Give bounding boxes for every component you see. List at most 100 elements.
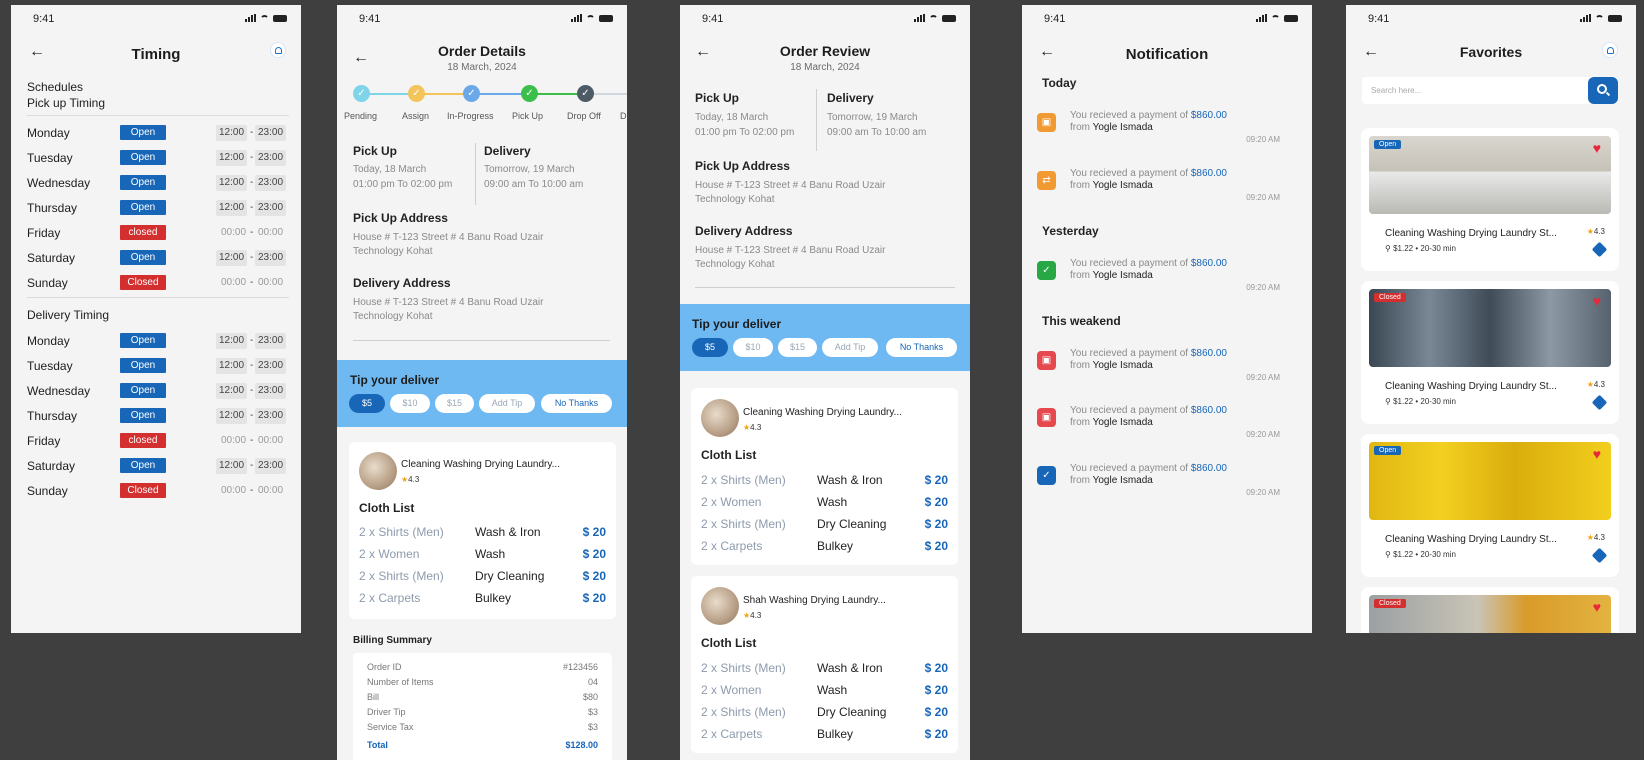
- time-to[interactable]: 00:00: [255, 275, 286, 291]
- status-icons: [914, 14, 956, 22]
- status-badge[interactable]: Open: [120, 408, 166, 423]
- tip-option-10[interactable]: $10: [390, 394, 430, 413]
- no-thanks-button[interactable]: No Thanks: [886, 338, 957, 357]
- divider: [27, 297, 289, 298]
- time-to[interactable]: 00:00: [255, 433, 286, 449]
- delivery-timing-heading: Delivery Timing: [27, 308, 110, 322]
- status-badge[interactable]: Open: [120, 383, 166, 398]
- time-from[interactable]: 12:00: [216, 125, 248, 141]
- from-label: from: [1070, 122, 1090, 133]
- time-from[interactable]: 12:00: [216, 250, 248, 266]
- notification-text[interactable]: You recieved a payment of $860.00 from Yo…: [1070, 348, 1270, 372]
- time-to[interactable]: 23:00: [255, 408, 287, 424]
- heart-icon[interactable]: ♥: [1593, 293, 1601, 309]
- time-from[interactable]: 00:00: [218, 483, 249, 499]
- time-to[interactable]: 00:00: [255, 483, 286, 499]
- time-from[interactable]: 00:00: [218, 225, 249, 241]
- notification-text[interactable]: You recieved a payment of $860.00 from Yo…: [1070, 405, 1270, 429]
- status-badge[interactable]: Open: [120, 200, 166, 215]
- delivery-price: $1.22: [1393, 244, 1414, 253]
- payment-amount: $860.00: [1190, 110, 1227, 121]
- favorite-card[interactable]: Closed ♥: [1361, 587, 1619, 633]
- notification-text[interactable]: You recieved a payment of $860.00 from Yo…: [1070, 258, 1270, 282]
- bell-icon[interactable]: [1602, 42, 1618, 58]
- search-button[interactable]: [1588, 77, 1618, 104]
- time-to[interactable]: 23:00: [255, 200, 287, 216]
- cloth-price: $ 20: [582, 547, 606, 561]
- tip-option-5[interactable]: $5: [349, 394, 385, 413]
- status-badge[interactable]: Open: [120, 458, 166, 473]
- tip-option-5[interactable]: $5: [692, 338, 728, 357]
- time-to[interactable]: 23:00: [255, 383, 287, 399]
- star-icon: ★: [1586, 533, 1594, 542]
- time-from[interactable]: 12:00: [216, 150, 248, 166]
- day-label: Thursday: [27, 409, 78, 423]
- status-badge[interactable]: Closed: [120, 483, 166, 498]
- time-from[interactable]: 12:00: [216, 358, 248, 374]
- from-label: from: [1070, 270, 1090, 281]
- time-from[interactable]: 12:00: [216, 175, 248, 191]
- time-from[interactable]: 12:00: [216, 383, 248, 399]
- status-badge[interactable]: Open: [120, 175, 166, 190]
- time-from[interactable]: 12:00: [216, 333, 248, 349]
- time-from[interactable]: 00:00: [218, 433, 249, 449]
- delivery-address-label: Delivery Address: [353, 276, 451, 290]
- step-label: D: [620, 111, 627, 121]
- status-badge[interactable]: Closed: [120, 275, 166, 290]
- day-label: Thursday: [27, 201, 78, 215]
- box-icon: ▣: [1037, 408, 1056, 427]
- time-to[interactable]: 23:00: [255, 175, 287, 191]
- notification-text[interactable]: You recieved a payment of $860.00 from Yo…: [1070, 168, 1270, 192]
- add-tip-button[interactable]: Add Tip: [479, 394, 535, 413]
- timing-screen: 9:41 ← Timing Schedules Pick up Timing M…: [11, 5, 301, 633]
- cloth-price: $ 20: [924, 539, 948, 553]
- delivery-eta: 20-30 min: [1420, 550, 1456, 559]
- cloth-service: Wash: [817, 683, 848, 697]
- schedule-row: Wednesday Open 12:00-23:00: [27, 173, 289, 193]
- notification-text[interactable]: You recieved a payment of $860.00 from Yo…: [1070, 463, 1270, 487]
- time-to[interactable]: 23:00: [255, 358, 287, 374]
- time-to[interactable]: 00:00: [255, 225, 286, 241]
- time-from[interactable]: 12:00: [216, 408, 248, 424]
- directions-icon[interactable]: [1591, 241, 1608, 258]
- time-from[interactable]: 12:00: [216, 200, 248, 216]
- status-badge[interactable]: Open: [120, 358, 166, 373]
- shop-meta: ⚲ $1.22 • 20-30 min: [1385, 397, 1456, 406]
- time-from[interactable]: 00:00: [218, 275, 249, 291]
- directions-icon[interactable]: [1591, 394, 1608, 411]
- status-badge[interactable]: Open: [120, 150, 166, 165]
- search-input[interactable]: Search here...: [1371, 86, 1421, 95]
- no-thanks-button[interactable]: No Thanks: [541, 394, 612, 413]
- bell-icon[interactable]: [270, 42, 286, 58]
- status-badge[interactable]: Open: [120, 125, 166, 140]
- time-to[interactable]: 23:00: [255, 150, 287, 166]
- shop-name: Cleaning Washing Drying Laundry St...: [1385, 534, 1557, 545]
- shop-rating: ★4.3: [401, 475, 419, 484]
- favorite-card[interactable]: Closed ♥ Cleaning Washing Drying Laundry S…: [1361, 281, 1619, 424]
- schedule-row: Sunday Closed 00:00-00:00: [27, 273, 289, 293]
- heart-icon[interactable]: ♥: [1593, 446, 1601, 462]
- tip-option-15[interactable]: $15: [435, 394, 474, 413]
- heart-icon[interactable]: ♥: [1593, 599, 1601, 615]
- favorite-card[interactable]: Open ♥ Cleaning Washing Drying Laundry St.…: [1361, 434, 1619, 577]
- status-badge[interactable]: Open: [120, 333, 166, 348]
- heart-icon[interactable]: ♥: [1593, 140, 1601, 156]
- directions-icon[interactable]: [1591, 547, 1608, 564]
- time-from[interactable]: 12:00: [216, 458, 248, 474]
- favorite-card[interactable]: Open ♥ Cleaning Washing Drying Laundry St.…: [1361, 128, 1619, 271]
- time-to[interactable]: 23:00: [255, 125, 287, 141]
- time-to[interactable]: 23:00: [255, 458, 287, 474]
- pickup-address: House # T-123 Street # 4 Banu Road Uzair…: [695, 180, 886, 205]
- tip-option-10[interactable]: $10: [733, 338, 773, 357]
- shop-thumbnail: [701, 399, 739, 437]
- billing-summary-title: Billing Summary: [353, 635, 432, 646]
- status-badge[interactable]: Open: [120, 250, 166, 265]
- time-to[interactable]: 23:00: [255, 250, 287, 266]
- notification-text[interactable]: You recieved a payment of $860.00 from Yo…: [1070, 110, 1270, 134]
- add-tip-button[interactable]: Add Tip: [822, 338, 878, 357]
- status-badge[interactable]: closed: [120, 225, 166, 240]
- status-badge[interactable]: closed: [120, 433, 166, 448]
- billing-row: Service Tax $3: [367, 722, 598, 732]
- tip-option-15[interactable]: $15: [778, 338, 817, 357]
- time-to[interactable]: 23:00: [255, 333, 287, 349]
